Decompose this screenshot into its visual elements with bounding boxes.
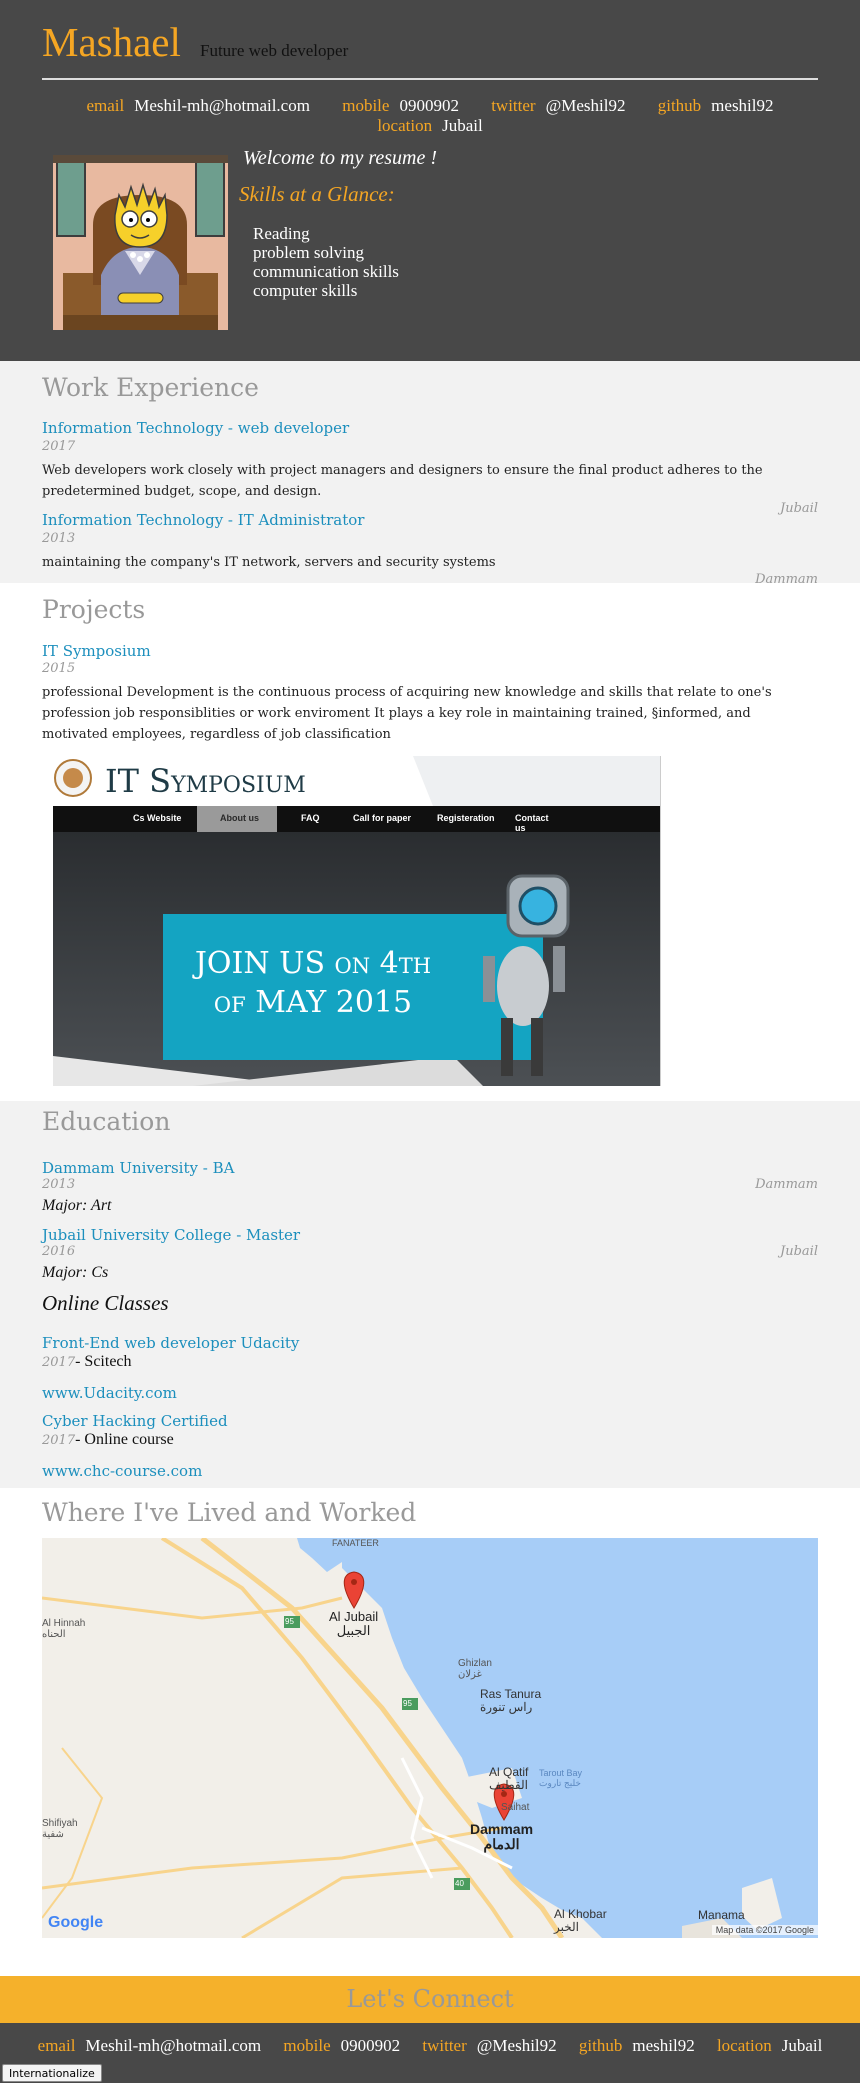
footer-contacts: email Meshil-mh@hotmail.com mobile 0900902… [0,2036,860,2056]
school-location: Jubail [780,1244,818,1259]
lets-connect-heading: Let's Connect [0,1976,860,2023]
online-class-date-row: 2017- Scitech [42,1353,132,1371]
role-text: Future web developer [200,41,349,60]
map-label-tarout-bay: Tarout Bay خليج تاروت [539,1768,583,1788]
online-class-url[interactable]: www.chc-course.com [42,1462,202,1480]
school-major: Major: Cs [42,1264,109,1281]
job-location: Jubail [780,501,818,516]
map-attribution[interactable]: Map data ©2017 Google [711,1925,818,1935]
project-description: professional Development is the continuo… [42,685,772,742]
skills-heading: Skills at a Glance: [239,182,395,206]
nav-item-registeration: Registeration [437,813,495,823]
map-label-al-qatif: Al Qatif القطيف [489,1765,529,1792]
nav-item-call-for-paper: Call for paper [353,813,412,823]
header-divider [42,78,818,80]
nav-item-cs-website: Cs Website [133,813,182,823]
contact-email[interactable]: email Meshil-mh@hotmail.com [86,96,310,116]
skill-item: Reading [253,224,310,243]
name-heading: Mashael [42,19,181,65]
projects-section: Projects IT Symposium 2015 professional … [0,583,860,1101]
map-label-al-khobar: Al Khobar الخبر [554,1907,607,1934]
map-section: Where I've Lived and Worked 95 95 40 FAN… [0,1488,860,1976]
school-name[interactable]: Jubail University College - Master [42,1226,300,1244]
contact-twitter[interactable]: twitter @Meshil92 [491,96,625,116]
work-experience-title: Work Experience [42,373,259,402]
map-label-manama: Manama [698,1908,745,1922]
footer: email Meshil-mh@hotmail.com mobile 0900902… [0,2023,860,2083]
bio-picture [53,155,228,330]
project-image-banner-line2: of MAY 2015 [213,985,413,1020]
map-label-fanateer: FANATEER [332,1538,379,1548]
job-description: maintaining the company's IT network, se… [42,555,496,570]
contact-github[interactable]: github meshil92 [658,96,774,116]
skill-item: computer skills [253,281,358,300]
school-name[interactable]: Dammam University - BA [42,1159,234,1177]
map-label-al-jubail: Al Jubail الجبيل [329,1609,379,1638]
project-image-logo: IT Symposium [105,762,306,800]
project-image-graphics [53,756,660,1086]
map-label-al-hinnah: Al Hinnah الحناه [42,1618,86,1640]
project-image-banner-line1: JOIN US on 4th [194,946,432,981]
online-class-date: 2017 [42,1355,76,1370]
school-major: Major: Art [42,1197,112,1214]
school-date: 2016 [42,1244,76,1259]
contact-location: location Jubail [377,116,483,135]
education-section: Education Dammam University - BA 2013 Da… [0,1101,860,1488]
online-class-title[interactable]: Cyber Hacking Certified [42,1412,228,1430]
online-class-title[interactable]: Front-End web developer Udacity [42,1334,299,1352]
skill-item: communication skills [253,262,399,281]
skills-list: Reading problem solving communication sk… [253,224,399,300]
online-class-school: - Online course [75,1431,174,1448]
map-label-saihat: Saihat [501,1802,530,1813]
top-contacts: email Meshil-mh@hotmail.com mobile 0900902… [42,96,818,136]
online-class-url[interactable]: www.Udacity.com [42,1384,177,1402]
route-label-40: 40 [455,1879,464,1888]
welcome-message: Welcome to my resume ! [243,147,438,169]
school-location: Dammam [755,1177,818,1192]
footer-contact-mobile[interactable]: mobile 0900902 [283,2036,400,2056]
online-class-date: 2017 [42,1433,76,1448]
job-title[interactable]: Information Technology - web developer [42,419,349,437]
map-label-ghizlan: Ghizlan غزلان [458,1658,492,1680]
footer-contact-location: location Jubail [716,2036,823,2055]
job-title[interactable]: Information Technology - IT Administrato… [42,511,364,529]
nav-item-contact-us: Contact us [515,813,549,833]
online-class-school: - Scitech [75,1353,132,1370]
route-label-95: 95 [403,1699,412,1708]
contact-mobile[interactable]: mobile 0900902 [342,96,459,116]
project-image-nav: Cs Website About us FAQ Call for paper R… [117,813,557,833]
map-label-shifiyah: Shifiyah شفية [42,1818,78,1840]
project-title[interactable]: IT Symposium [42,642,151,660]
nav-item-faq: FAQ [301,813,320,823]
online-class-date-row: 2017- Online course [42,1431,174,1449]
header: Mashael Future web developer email Meshil… [0,0,860,361]
school-date: 2013 [42,1177,76,1192]
project-image: IT Symposium Cs Website About us FAQ Cal… [53,756,661,1086]
footer-contact-email[interactable]: email Meshil-mh@hotmail.com [38,2036,262,2056]
project-date: 2015 [42,661,76,676]
footer-contact-github[interactable]: github meshil92 [579,2036,695,2056]
job-description: Web developers work closely with project… [42,463,763,499]
route-label-95: 95 [285,1617,294,1626]
job-date: 2017 [42,439,76,454]
skill-item: problem solving [253,243,364,262]
internationalize-button[interactable]: Internationalize [2,2064,102,2082]
online-classes-heading: Online Classes [42,1291,169,1315]
map-label-ras-tanura: Ras Tanura راس تنورة [480,1687,542,1714]
footer-contact-twitter[interactable]: twitter @Meshil92 [422,2036,556,2056]
map-graphics [42,1538,818,1938]
work-experience-section: Work Experience Information Technology -… [0,361,860,587]
projects-title: Projects [42,595,146,624]
map-title: Where I've Lived and Worked [42,1498,417,1527]
education-title: Education [42,1107,171,1136]
job-date: 2013 [42,531,76,546]
nav-item-about-us: About us [220,813,259,823]
map-label-dammam: Dammam الدمام [470,1821,534,1852]
map[interactable]: 95 95 40 FANATEER Al Jubail الجبيل Al Hin… [42,1538,818,1938]
google-logo[interactable]: Google [48,1914,103,1932]
